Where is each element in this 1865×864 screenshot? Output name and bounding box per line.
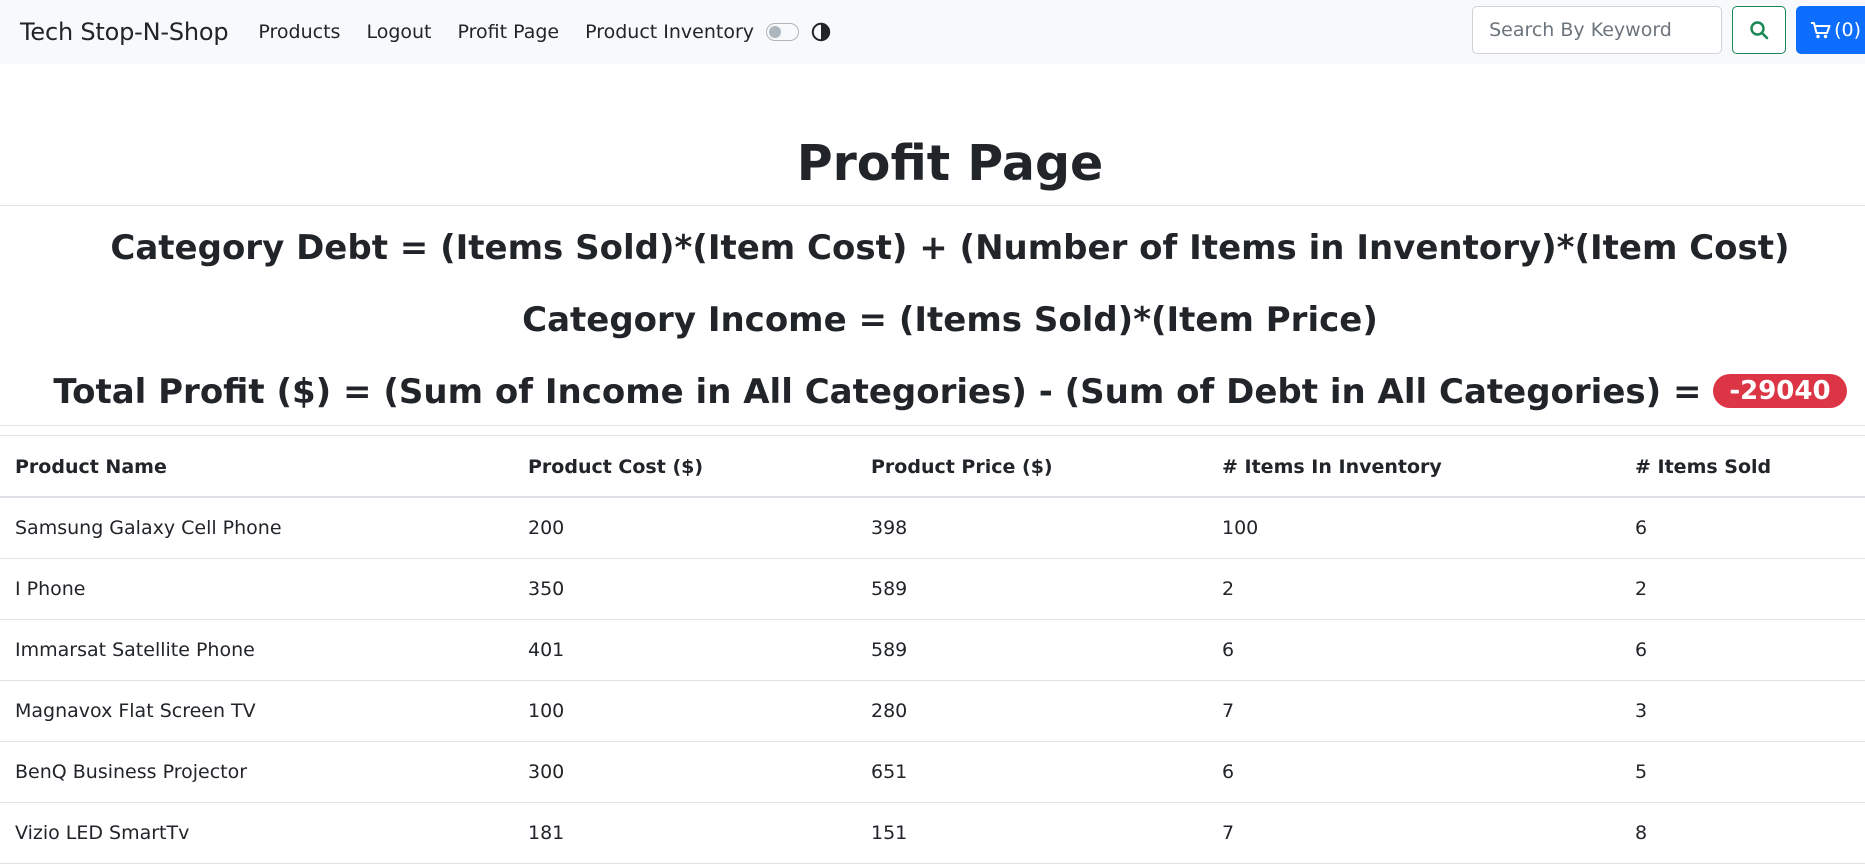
product-cost-cell: 401	[513, 619, 856, 681]
nav-right-group: (0)	[1472, 6, 1865, 54]
product-price-cell: 280	[856, 680, 1207, 742]
product-cost-cell: 181	[513, 802, 856, 864]
table-row: BenQ Business Projector 300 651 6 5	[0, 741, 1865, 803]
product-price-cell: 398	[856, 497, 1207, 559]
table-row: Immarsat Satellite Phone 401 589 6 6	[0, 619, 1865, 681]
table-row: Vizio LED SmartTv 181 151 7 8	[0, 802, 1865, 864]
product-name-cell: Vizio LED SmartTv	[0, 802, 513, 864]
items-inventory-cell: 7	[1207, 802, 1620, 864]
nav-link-profit-page[interactable]: Profit Page	[458, 21, 560, 43]
search-button[interactable]	[1732, 6, 1787, 54]
contrast-icon[interactable]	[811, 22, 831, 42]
switch-icon[interactable]	[766, 23, 800, 41]
profit-table: Product Name Product Cost ($) Product Pr…	[0, 438, 1865, 864]
header-product-name: Product Name	[0, 438, 513, 498]
total-profit-badge: -29040	[1713, 373, 1847, 408]
divider	[0, 205, 1865, 206]
product-name-cell: Magnavox Flat Screen TV	[0, 680, 513, 742]
navbar: Tech Stop-N-Shop Products Logout Profit …	[0, 0, 1865, 64]
cart-count: (0)	[1834, 19, 1861, 41]
cart-icon	[1811, 22, 1831, 39]
search-input[interactable]	[1472, 6, 1723, 54]
nav-link-logout[interactable]: Logout	[366, 21, 431, 43]
items-inventory-cell: 6	[1207, 619, 1620, 681]
header-product-price: Product Price ($)	[856, 438, 1207, 498]
table-row: I Phone 350 589 2 2	[0, 558, 1865, 620]
product-price-cell: 651	[856, 741, 1207, 803]
items-sold-cell: 5	[1620, 741, 1865, 803]
items-sold-cell: 8	[1620, 802, 1865, 864]
page-title: Profit Page	[796, 135, 1104, 192]
header-items-sold: # Items Sold	[1620, 438, 1865, 498]
income-formula: Category Income = (Items Sold)*(Item Pri…	[522, 300, 1378, 340]
brand-link[interactable]: Tech Stop-N-Shop	[20, 18, 229, 46]
items-sold-cell: 3	[1620, 680, 1865, 742]
items-inventory-cell: 6	[1207, 741, 1620, 803]
product-price-cell: 589	[856, 558, 1207, 620]
product-cost-cell: 200	[513, 497, 856, 559]
profit-formula-text: Total Profit ($) = (Sum of Income in All…	[53, 372, 1702, 412]
table-header-row: Product Name Product Cost ($) Product Pr…	[0, 438, 1865, 498]
table-row: Samsung Galaxy Cell Phone 200 398 100 6	[0, 497, 1865, 559]
header-items-inventory: # Items In Inventory	[1207, 438, 1620, 498]
table-row: Magnavox Flat Screen TV 100 280 7 3	[0, 680, 1865, 742]
items-sold-cell: 6	[1620, 619, 1865, 681]
toggle-knob	[769, 26, 782, 38]
header-product-cost: Product Cost ($)	[513, 438, 856, 498]
nav-link-products[interactable]: Products	[258, 21, 340, 43]
product-name-cell: Samsung Galaxy Cell Phone	[0, 497, 513, 559]
product-cost-cell: 350	[513, 558, 856, 620]
nav-link-product-inventory[interactable]: Product Inventory	[585, 21, 754, 43]
search-icon	[1750, 21, 1769, 40]
product-name-cell: I Phone	[0, 558, 513, 620]
product-price-cell: 589	[856, 619, 1207, 681]
product-name-cell: Immarsat Satellite Phone	[0, 619, 513, 681]
cart-button[interactable]: (0)	[1796, 6, 1865, 54]
product-name-cell: BenQ Business Projector	[0, 741, 513, 803]
items-sold-cell: 2	[1620, 558, 1865, 620]
product-price-cell: 151	[856, 802, 1207, 864]
items-inventory-cell: 7	[1207, 680, 1620, 742]
profit-formula: Total Profit ($) = (Sum of Income in All…	[0, 372, 1865, 412]
items-inventory-cell: 100	[1207, 497, 1620, 559]
divider	[0, 425, 1865, 426]
items-sold-cell: 6	[1620, 497, 1865, 559]
items-inventory-cell: 2	[1207, 558, 1620, 620]
product-cost-cell: 300	[513, 741, 856, 803]
debt-formula: Category Debt = (Items Sold)*(Item Cost)…	[110, 228, 1790, 268]
product-cost-cell: 100	[513, 680, 856, 742]
divider	[0, 435, 1865, 436]
